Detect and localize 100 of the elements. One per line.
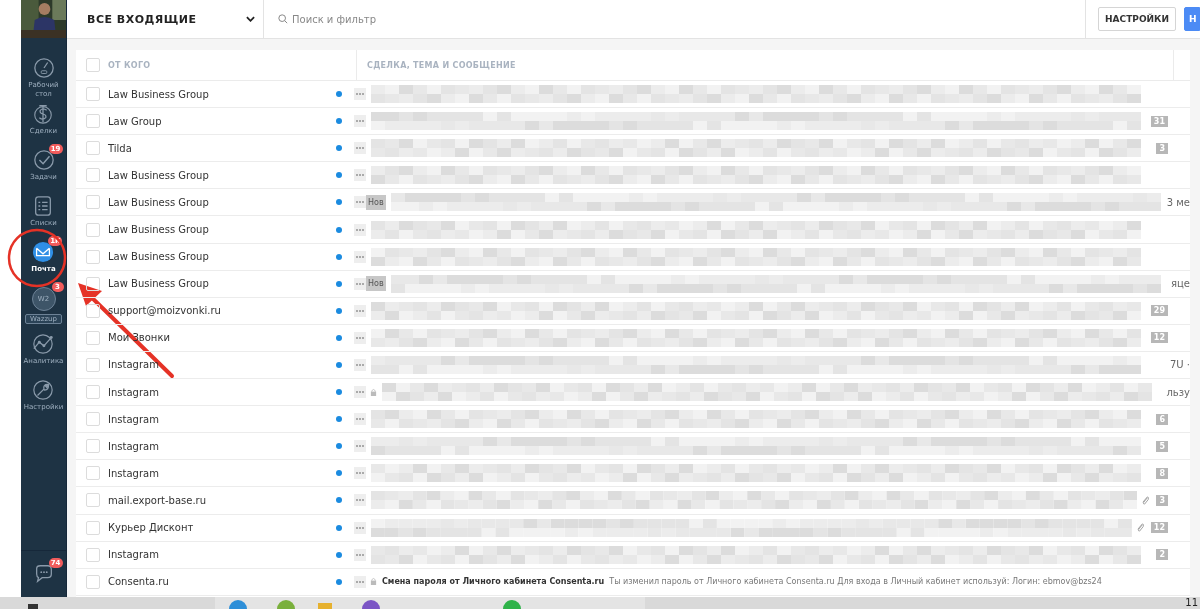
checkmark-icon[interactable] (32, 149, 55, 171)
sender-name[interactable]: Instagram (108, 386, 336, 398)
message-row[interactable]: Consenta.ru Смена пароля от Личного кабинета Consenta.ru Ты изменил пароль от Личного кабинета Consenta.ru Для входа в Личный кабинет используй: Логин: ebmov@bzs24 (76, 568, 1190, 596)
more-button[interactable] (354, 223, 366, 236)
checkbox[interactable] (86, 222, 100, 237)
sender-name[interactable]: Law Business Group (108, 278, 336, 290)
more-button[interactable] (354, 250, 366, 263)
more-button[interactable] (354, 413, 366, 426)
search-icon (278, 14, 288, 24)
sender-name[interactable]: Instagram (108, 440, 336, 452)
more-button[interactable] (354, 277, 366, 290)
checkbox[interactable] (86, 330, 100, 345)
count-badge: 31 (1150, 115, 1168, 127)
checkbox[interactable] (86, 87, 100, 102)
message-row[interactable]: Law Business Group (76, 216, 1190, 244)
ellipsis-icon (356, 391, 364, 394)
sender-name[interactable]: Consenta.ru (108, 576, 336, 588)
more-button[interactable] (354, 467, 366, 480)
more-button[interactable] (354, 304, 366, 317)
message-row[interactable]: Law Business Group Нов 3 ме (76, 189, 1190, 217)
message-row[interactable]: Instagram 5 (76, 433, 1190, 461)
more-button[interactable] (354, 331, 366, 344)
sender-name[interactable]: Law Business Group (108, 88, 336, 100)
caret-icon (246, 16, 255, 22)
more-button[interactable] (354, 548, 366, 561)
ellipsis-icon (356, 93, 364, 96)
ellipsis-icon (356, 418, 364, 421)
more-button[interactable] (354, 521, 366, 534)
ellipsis-icon (356, 499, 364, 502)
checkbox[interactable] (86, 385, 100, 400)
message-row[interactable]: Law Business Group (76, 162, 1190, 190)
sender-name[interactable]: Law Group (108, 115, 336, 127)
sender-name[interactable]: Instagram (108, 549, 336, 561)
more-button[interactable] (354, 440, 366, 453)
checkbox[interactable] (86, 547, 100, 562)
checkbox[interactable] (86, 493, 100, 508)
sender-name[interactable]: Law Business Group (108, 196, 336, 208)
checkbox[interactable] (86, 520, 100, 535)
message-row[interactable]: Instagram 7U · (76, 351, 1190, 380)
taskbar-clock: 11 (1185, 597, 1198, 609)
speedometer-icon[interactable] (32, 57, 55, 79)
message-row[interactable]: Instagram 2 (76, 541, 1190, 569)
sender-name[interactable]: Law Business Group (108, 251, 336, 263)
more-button[interactable] (354, 575, 366, 588)
sender-name[interactable]: Instagram (108, 467, 336, 479)
wrench-icon[interactable] (32, 379, 55, 401)
ellipsis-icon (356, 580, 364, 583)
count-badge: 12 (1150, 332, 1168, 344)
message-row[interactable]: Instagram 8 (76, 460, 1190, 488)
more-button[interactable] (354, 494, 366, 507)
count-badge: 2 (1156, 549, 1168, 561)
more-button[interactable] (354, 115, 366, 128)
checkbox[interactable] (86, 58, 100, 72)
message-row[interactable]: Law Business Group (76, 81, 1190, 109)
message-row[interactable]: Instagram 6 (76, 406, 1190, 434)
checkbox[interactable] (86, 466, 100, 481)
checkbox[interactable] (86, 114, 100, 129)
message-preview[interactable]: Смена пароля от Личного кабинета Consenta.ru Ты изменил пароль от Личного кабинета Consenta.ru Для входа в Личный кабинет используй: Логин: ebmov@bzs24 (382, 577, 1102, 587)
checkbox[interactable] (86, 439, 100, 454)
message-row[interactable]: Курьер Дисконт 12 (76, 514, 1190, 542)
sender-name[interactable]: Instagram (108, 413, 336, 425)
checkbox[interactable] (86, 574, 100, 589)
more-button[interactable] (354, 169, 366, 182)
message-row[interactable]: Instagram льзу (76, 379, 1190, 407)
sender-name[interactable]: Law Business Group (108, 169, 336, 181)
message-row[interactable]: Мои Звонки 12 (76, 324, 1190, 352)
checkbox[interactable] (86, 141, 100, 156)
message-row[interactable]: Law Business Group (76, 243, 1190, 271)
count-badge: 6 (1156, 413, 1168, 425)
sender-name[interactable]: Law Business Group (108, 224, 336, 235)
ellipsis-icon (356, 147, 364, 150)
more-button[interactable] (354, 359, 366, 371)
sender-name[interactable]: support@moizvonki.ru (108, 305, 336, 317)
checkbox[interactable] (86, 195, 100, 210)
sender-name[interactable]: Instagram (108, 359, 336, 371)
checkbox[interactable] (86, 249, 100, 264)
message-snippet: яце (1171, 278, 1190, 290)
message-row[interactable]: Law Business Group Нов яце (76, 270, 1190, 298)
sender-name[interactable]: Курьер Дисконт (108, 522, 336, 534)
sender-name[interactable]: mail.export-base.ru (108, 494, 336, 506)
checkbox[interactable] (86, 412, 100, 427)
more-button[interactable] (354, 142, 366, 155)
status-tag: Нов (366, 194, 386, 210)
message-row[interactable]: Law Group 31 (76, 108, 1190, 136)
checkbox[interactable] (86, 358, 100, 372)
message-row[interactable]: mail.export-base.ru 3 (76, 487, 1190, 515)
mail-icon[interactable] (32, 241, 55, 263)
checkbox[interactable] (86, 168, 100, 183)
dollar-icon[interactable] (32, 103, 55, 125)
more-button[interactable] (354, 196, 366, 209)
message-row[interactable]: support@moizvonki.ru 29 (76, 297, 1190, 325)
message-snippet: 7U · (1169, 359, 1190, 371)
status-tag: Нов (366, 276, 386, 292)
header-button[interactable]: НАСТРОЙКИ (1098, 7, 1176, 31)
message-row[interactable]: Tilda 3 (76, 135, 1190, 163)
sender-name[interactable]: Мои Звонки (108, 332, 336, 344)
more-button[interactable] (354, 386, 366, 399)
count-badge: 5 (1156, 440, 1168, 452)
more-button[interactable] (354, 88, 366, 101)
sender-name[interactable]: Tilda (108, 142, 336, 154)
